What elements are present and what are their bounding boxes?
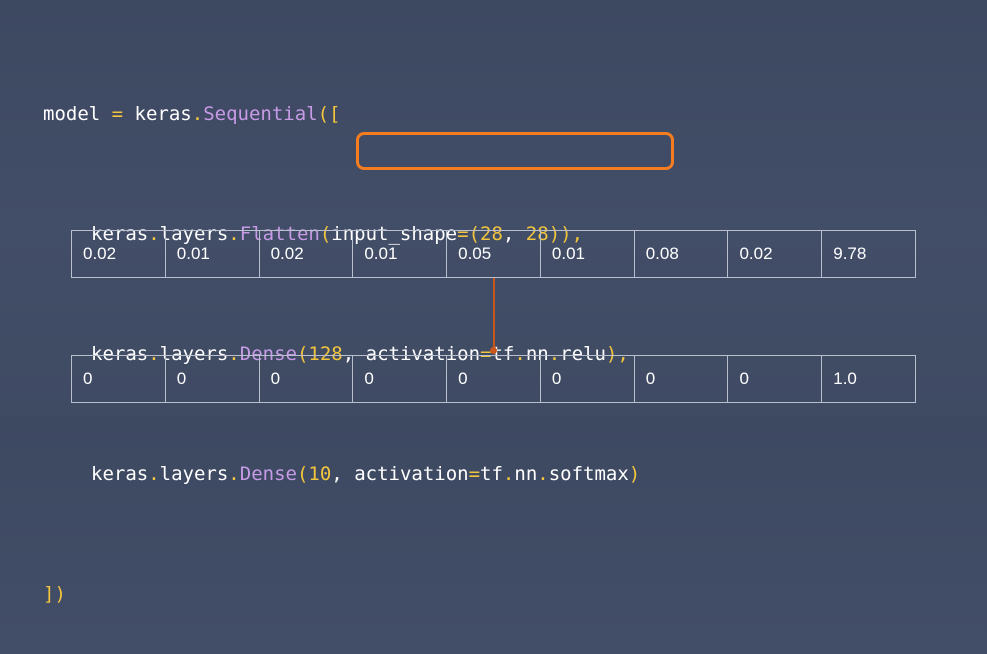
- output-cell: 0: [541, 356, 635, 402]
- output-cell: 0: [728, 356, 823, 402]
- code-token: .: [537, 463, 549, 485]
- logit-cell: 9.78: [833, 244, 867, 263]
- code-token: ]): [43, 583, 66, 605]
- code-token: .: [191, 103, 204, 125]
- code-line-model: model = keras.Sequential([: [43, 94, 640, 134]
- output-cell: 0: [353, 356, 448, 402]
- logit-cell: 0.08: [635, 231, 729, 277]
- code-token: keras: [91, 463, 149, 485]
- output-row: 0 0 0 0 0 0 0 0 1.0: [71, 355, 916, 403]
- code-token: nn: [514, 463, 538, 485]
- output-cell: 0: [447, 356, 541, 402]
- code-token: Dense: [239, 463, 297, 485]
- logit-cell: 0.05: [447, 231, 541, 277]
- code-token: keras: [134, 103, 192, 125]
- code-line-close: ]): [43, 574, 640, 614]
- output-cell: 0: [166, 356, 260, 402]
- code-token: Sequential: [203, 103, 318, 125]
- output-cell: 0: [72, 356, 166, 402]
- logits-row: 0.02 0.01 0.02 0.01 0.05 0.01 0.08 0.02 …: [71, 230, 916, 278]
- logit-cell: 0.02: [728, 231, 823, 277]
- code-token: (: [296, 463, 309, 485]
- code-token: ): [628, 463, 641, 485]
- logit-cell: 0.02: [72, 231, 166, 277]
- output-cell: 1.0: [833, 369, 857, 388]
- code-token: .: [228, 463, 240, 485]
- logit-cell: 0.01: [353, 231, 448, 277]
- code-line-dense-softmax: keras.layers.Dense(10, activation=tf.nn.…: [43, 454, 640, 494]
- code-token: model: [43, 103, 112, 125]
- output-cell: 0: [635, 356, 729, 402]
- code-token: 10: [308, 463, 332, 485]
- code-token: activation: [354, 463, 469, 485]
- code-token: tf: [480, 463, 503, 485]
- code-token: layers: [159, 463, 229, 485]
- output-cell: 0: [260, 356, 354, 402]
- code-token: =: [111, 103, 135, 125]
- code-block: model = keras.Sequential([ keras.layers.…: [43, 14, 640, 654]
- code-token: softmax: [548, 463, 629, 485]
- connector-line: [493, 278, 495, 350]
- code-token: .: [502, 463, 515, 485]
- logit-cell: 0.01: [166, 231, 260, 277]
- code-token: ([: [317, 103, 341, 125]
- code-token: ,: [331, 463, 355, 485]
- code-token: .: [148, 463, 160, 485]
- connector-dot: [490, 347, 497, 354]
- logit-cell: 0.01: [541, 231, 635, 277]
- logit-cell: 0.02: [260, 231, 354, 277]
- code-token: =: [468, 463, 481, 485]
